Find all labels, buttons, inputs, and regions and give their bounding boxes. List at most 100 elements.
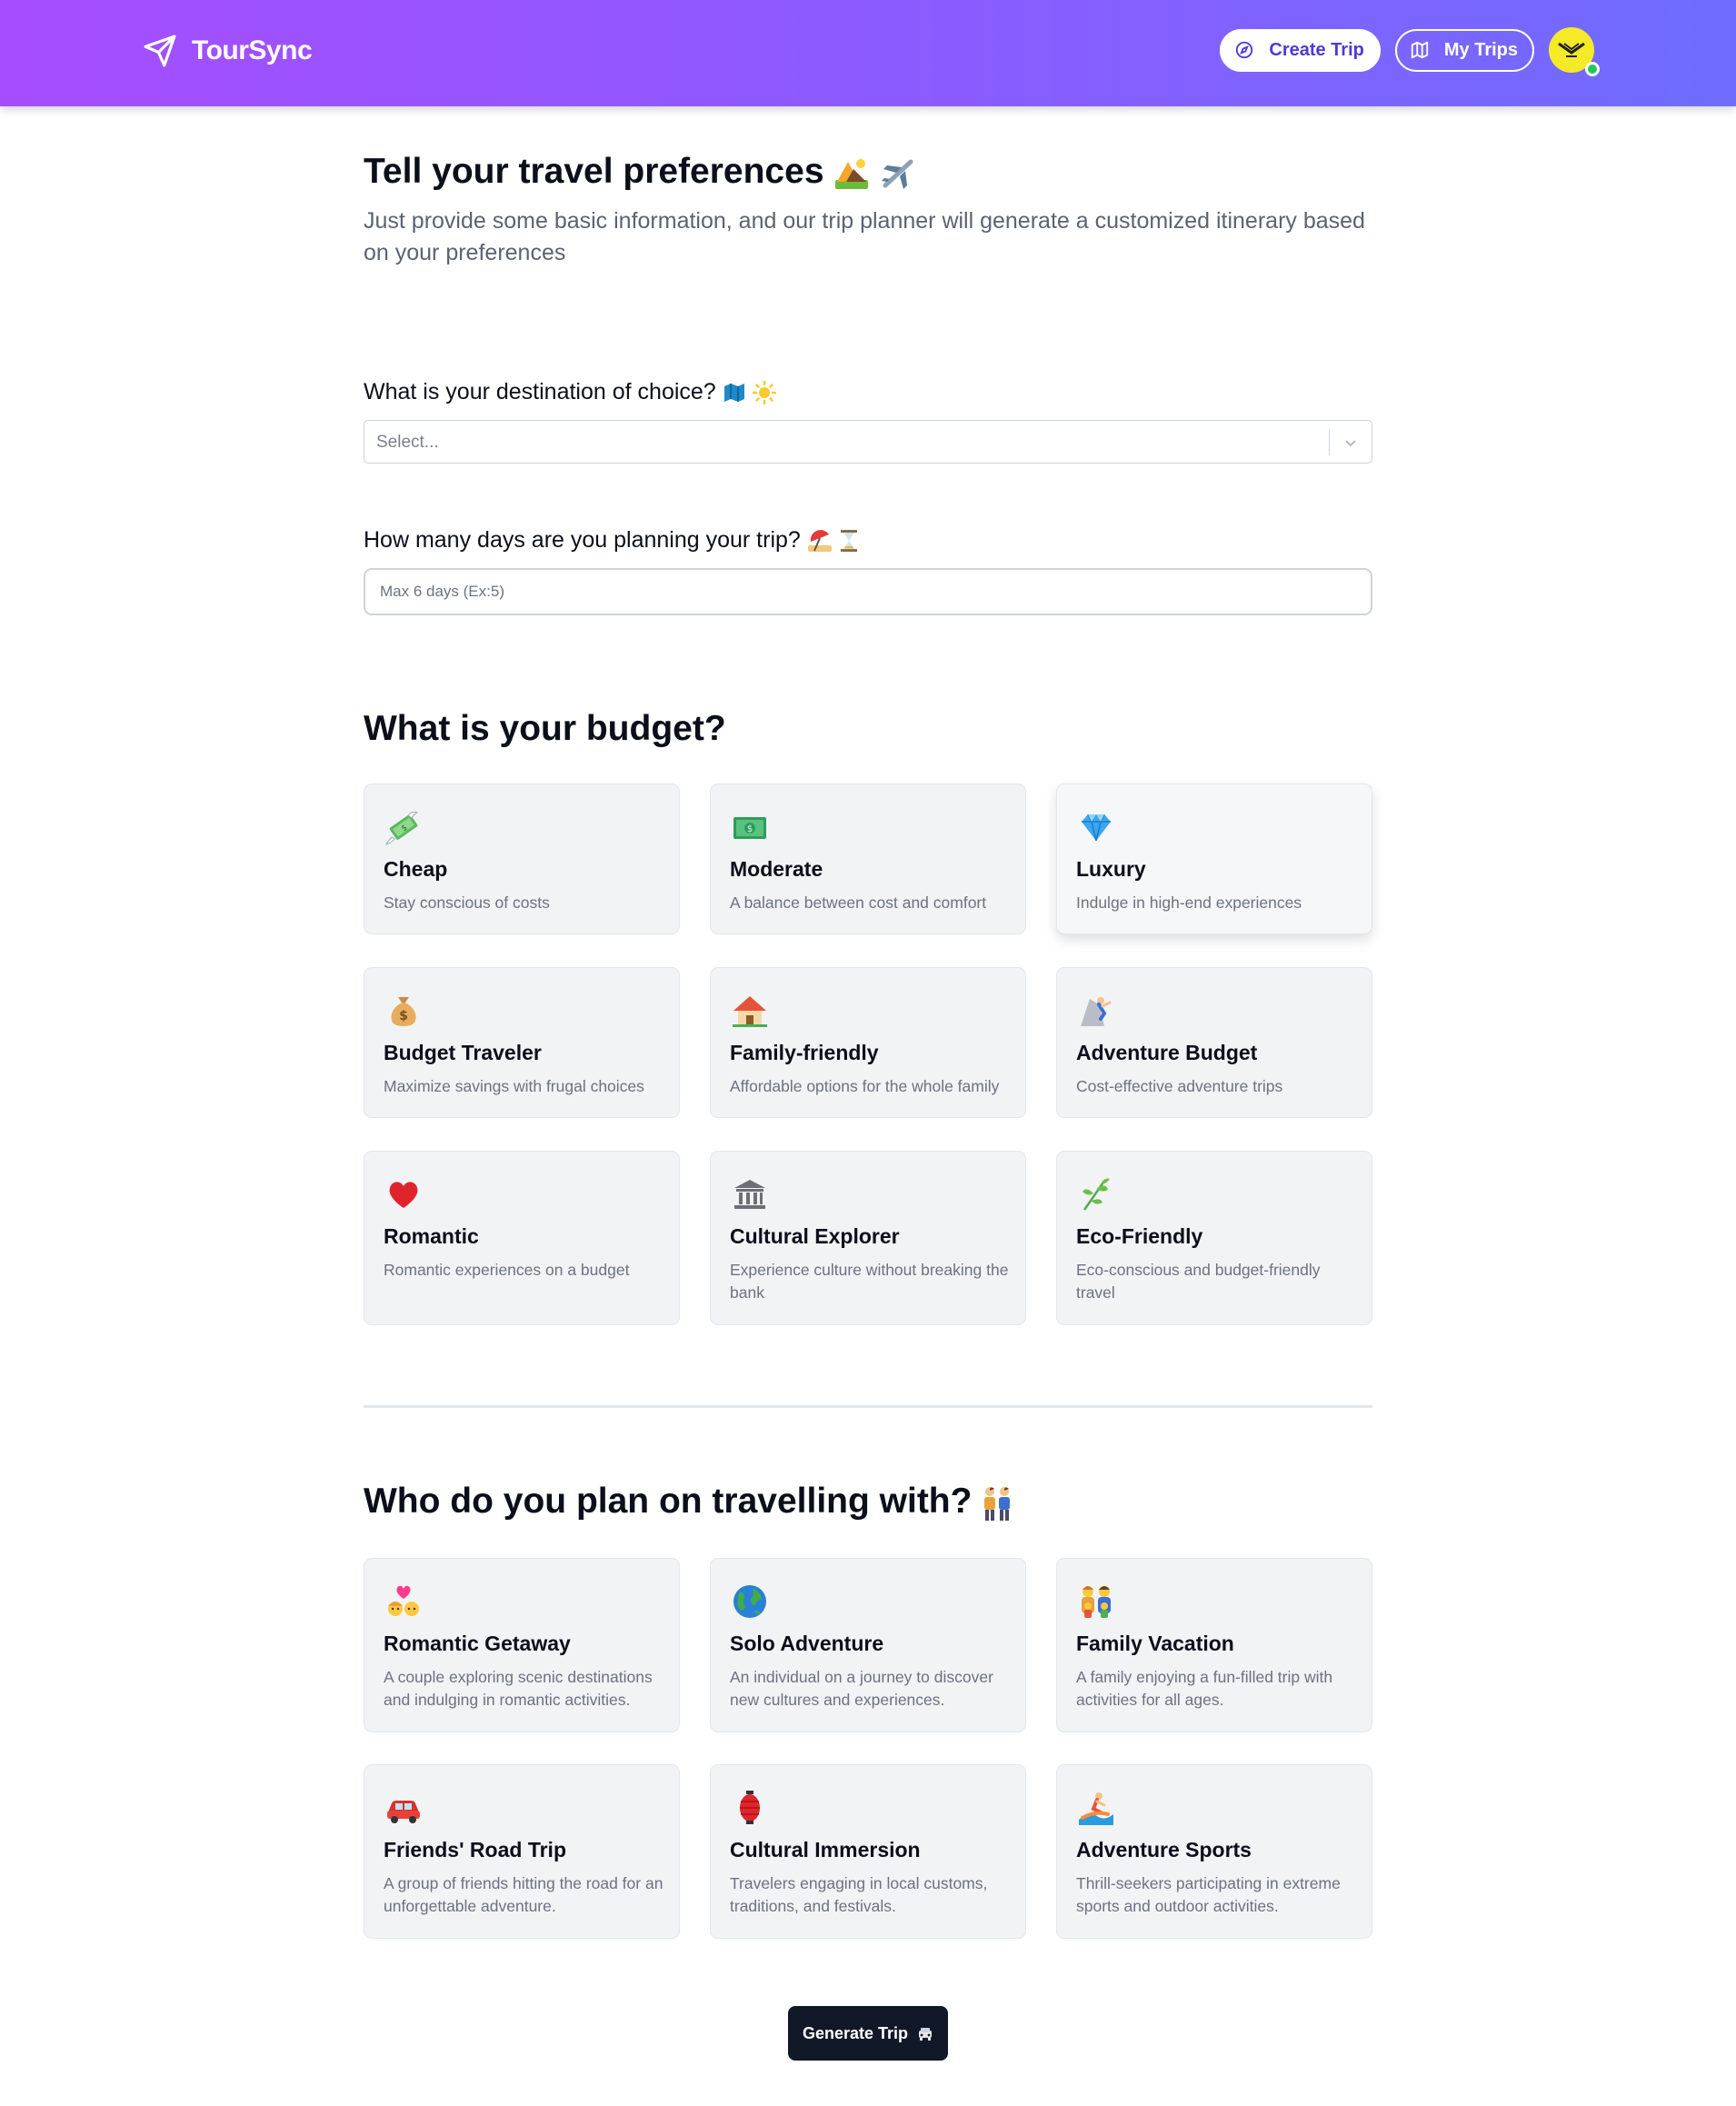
days-question: How many days are you planning your trip… [364, 527, 859, 554]
budget-option-title: Moderate [730, 857, 823, 881]
budget-option-title: Cultural Explorer [730, 1224, 900, 1248]
days-question-text: How many days are you planning your trip… [364, 527, 801, 553]
destination-select[interactable]: Select... [364, 420, 1372, 464]
my-trips-label: My Trips [1443, 39, 1518, 60]
airplane-icon [880, 152, 916, 191]
lantern-icon [731, 1789, 769, 1827]
top-navbar: TourSync Create Trip My Trips [0, 0, 1736, 106]
budget-option-desc: Eco-conscious and budget-friendly travel [1076, 1261, 1321, 1302]
brand-name: TourSync [192, 35, 313, 65]
budget-option-adventure-budget[interactable]: Adventure Budget Cost-effective adventur… [1056, 967, 1372, 1118]
car-icon [384, 1789, 423, 1827]
hourglass-icon [839, 527, 859, 553]
money-bag-icon: $ [384, 992, 423, 1030]
budget-option-title: Luxury [1076, 857, 1146, 881]
budget-option-desc: Affordable options for the whole family [730, 1077, 1000, 1095]
companion-option-friends-road-trip[interactable]: Friends' Road Trip A group of friends hi… [364, 1764, 680, 1939]
companion-option-family-vacation[interactable]: Family Vacation A family enjoying a fun-… [1056, 1558, 1372, 1732]
camping-icon [833, 152, 880, 191]
generate-trip-label: Generate Trip [802, 2023, 909, 2042]
house-icon [731, 992, 769, 1030]
companion-option-title: Friends' Road Trip [384, 1838, 566, 1861]
heart-icon [384, 1175, 423, 1213]
companion-option-solo-adventure[interactable]: Solo Adventure An individual on a journe… [710, 1558, 1026, 1732]
budget-option-moderate[interactable]: $ Moderate A balance between cost and co… [710, 784, 1026, 934]
companion-option-desc: Thrill-seekers participating in extreme … [1076, 1874, 1341, 1915]
companions-section-title-text: Who do you plan on travelling with? [364, 1482, 973, 1521]
svg-text:$: $ [747, 824, 753, 834]
budget-option-desc: Indulge in high-end experiences [1076, 893, 1302, 912]
banknote-icon: $ [731, 808, 769, 846]
destination-question: What is your destination of choice? [364, 379, 776, 405]
budget-option-title: Adventure Budget [1076, 1041, 1258, 1064]
budget-option-desc: A balance between cost and comfort [730, 893, 987, 912]
companion-option-title: Cultural Immersion [730, 1838, 921, 1861]
chevron-down-icon[interactable] [1342, 434, 1360, 452]
days-input[interactable] [364, 568, 1372, 615]
companion-option-cultural-immersion[interactable]: Cultural Immersion Travelers engaging in… [710, 1764, 1026, 1939]
section-divider [364, 1405, 1372, 1408]
map-icon [1411, 41, 1429, 59]
budget-option-title: Cheap [384, 857, 448, 881]
companion-option-desc: Travelers engaging in local customs, tra… [730, 1874, 988, 1915]
companion-option-desc: A couple exploring scenic destinations a… [384, 1668, 653, 1709]
budget-option-desc: Stay conscious of costs [384, 893, 550, 912]
companion-option-adventure-sports[interactable]: Adventure Sports Thrill-seekers particip… [1056, 1764, 1372, 1939]
companion-option-title: Solo Adventure [730, 1632, 884, 1655]
my-trips-button[interactable]: My Trips [1394, 28, 1534, 72]
budget-option-title: Family-friendly [730, 1041, 879, 1064]
companion-option-desc: A group of friends hitting the road for … [384, 1874, 663, 1915]
sun-icon [752, 379, 776, 405]
budget-option-luxury[interactable]: Luxury Indulge in high-end experiences [1056, 784, 1372, 934]
companion-option-title: Adventure Sports [1076, 1838, 1252, 1861]
select-separator [1329, 430, 1330, 455]
budget-option-cheap[interactable]: $ Cheap Stay conscious of costs [364, 784, 680, 934]
budget-option-desc: Romantic experiences on a budget [384, 1261, 630, 1279]
create-trip-label: Create Trip [1269, 39, 1364, 60]
car-front-icon [919, 2028, 933, 2041]
family-icon [1077, 1582, 1115, 1621]
money-with-wings-icon: $ [384, 808, 423, 846]
classical-building-icon [731, 1175, 769, 1213]
budget-option-title: Eco-Friendly [1076, 1224, 1203, 1248]
companion-option-desc: A family enjoying a fun-filled trip with… [1076, 1668, 1333, 1709]
companion-option-title: Romantic Getaway [384, 1632, 571, 1655]
destination-select-placeholder: Select... [376, 433, 439, 452]
budget-option-cultural-explorer[interactable]: Cultural Explorer Experience culture wit… [710, 1151, 1026, 1325]
two-people-icon [982, 1482, 1013, 1521]
companion-option-desc: An individual on a journey to discover n… [730, 1668, 993, 1709]
generate-trip-button[interactable]: Generate Trip [788, 2006, 948, 2061]
budget-option-title: Romantic [384, 1224, 479, 1248]
budget-option-budget-traveler[interactable]: $ Budget Traveler Maximize savings with … [364, 967, 680, 1118]
budget-option-family-friendly[interactable]: Family-friendly Affordable options for t… [710, 967, 1026, 1118]
compass-icon [1236, 41, 1253, 59]
beach-umbrella-icon [807, 527, 839, 553]
globe-icon [731, 1582, 769, 1621]
budget-option-eco-friendly[interactable]: Eco-Friendly Eco-conscious and budget-fr… [1056, 1151, 1372, 1325]
destination-question-text: What is your destination of choice? [364, 379, 716, 404]
user-avatar[interactable] [1549, 27, 1600, 76]
page-title-text: Tell your travel preferences [364, 152, 824, 191]
paper-plane-icon [144, 35, 176, 67]
budget-option-romantic[interactable]: Romantic Romantic experiences on a budge… [364, 1151, 680, 1325]
create-trip-button[interactable]: Create Trip [1220, 28, 1381, 72]
page-subtitle: Just provide some basic information, and… [364, 208, 1365, 265]
online-status-indicator [1585, 62, 1600, 76]
avatar-logo-icon [1558, 42, 1585, 57]
budget-option-desc: Cost-effective adventure trips [1076, 1077, 1283, 1095]
climber-icon [1077, 992, 1115, 1030]
budget-section-title: What is your budget? [364, 709, 726, 748]
couple-with-heart-icon [384, 1582, 423, 1621]
budget-option-desc: Experience culture without breaking the … [730, 1261, 1009, 1302]
companion-option-title: Family Vacation [1076, 1632, 1234, 1655]
brand[interactable]: TourSync [143, 34, 313, 68]
svg-text:$: $ [399, 1009, 408, 1023]
surfer-icon [1077, 1789, 1115, 1827]
herb-icon [1077, 1175, 1115, 1213]
budget-option-title: Budget Traveler [384, 1041, 542, 1064]
companion-option-romantic-getaway[interactable]: Romantic Getaway A couple exploring scen… [364, 1558, 680, 1732]
gem-icon [1077, 808, 1115, 846]
page-title: Tell your travel preferences [364, 152, 916, 192]
budget-option-desc: Maximize savings with frugal choices [384, 1077, 644, 1095]
nav-actions: Create Trip My Trips [1220, 27, 1600, 76]
